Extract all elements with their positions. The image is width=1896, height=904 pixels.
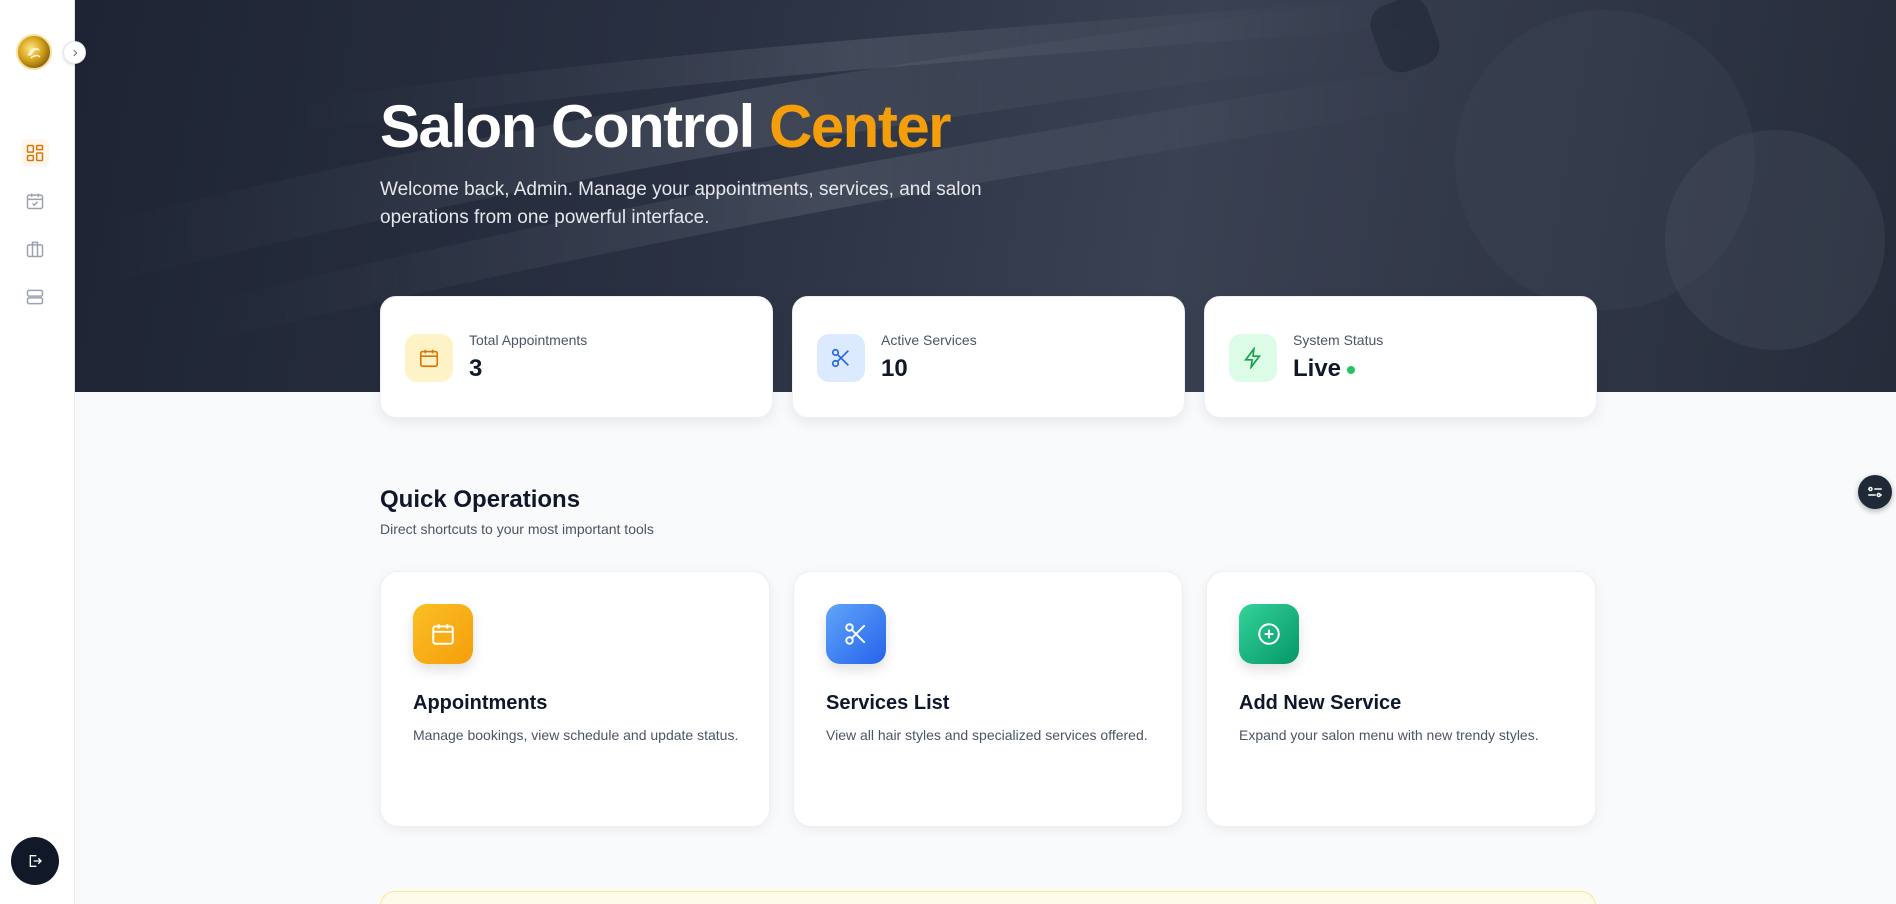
server-icon bbox=[26, 289, 44, 305]
scissors-icon bbox=[831, 348, 849, 368]
chevron-right-icon bbox=[72, 49, 77, 56]
live-indicator-dot bbox=[1347, 366, 1356, 374]
section-subtitle: Direct shortcuts to your most important … bbox=[380, 521, 654, 537]
quick-op-add-service[interactable]: Add New Service Expand your salon menu w… bbox=[1206, 571, 1596, 827]
stat-value: 10 bbox=[881, 355, 908, 382]
op-description: Expand your salon menu with new trendy s… bbox=[1239, 727, 1539, 743]
page-title: Salon Control Center bbox=[380, 92, 952, 161]
title-accent: Center bbox=[768, 93, 952, 160]
op-description: Manage bookings, view schedule and updat… bbox=[413, 727, 739, 743]
status-text: Live bbox=[1293, 355, 1342, 382]
bolt-icon bbox=[1244, 347, 1262, 369]
stat-card-system-status: System Status Live bbox=[1204, 296, 1597, 418]
calendar-icon bbox=[419, 349, 439, 368]
stat-value: 3 bbox=[469, 355, 483, 382]
op-title: Services List bbox=[826, 692, 950, 714]
op-icon-wrapper bbox=[413, 604, 473, 664]
dashboard-icon bbox=[26, 144, 44, 162]
stat-value: Live bbox=[1293, 355, 1356, 383]
plus-circle-icon bbox=[1258, 623, 1280, 645]
notice-banner bbox=[380, 891, 1596, 904]
op-title: Appointments bbox=[413, 692, 548, 714]
stat-icon-wrapper bbox=[817, 334, 865, 382]
logout-button[interactable] bbox=[11, 837, 59, 885]
sidebar-item-dashboard[interactable] bbox=[21, 139, 49, 167]
sidebar bbox=[0, 0, 75, 904]
op-icon-wrapper bbox=[826, 604, 886, 664]
stat-icon-wrapper bbox=[405, 334, 453, 382]
stat-label: System Status bbox=[1293, 332, 1384, 348]
stat-label: Active Services bbox=[881, 332, 977, 348]
page-subtitle: Welcome back, Admin. Manage your appoint… bbox=[380, 179, 982, 228]
calendar-icon bbox=[432, 624, 454, 645]
op-description: View all hair styles and specialized ser… bbox=[826, 727, 1148, 743]
calendar-check-icon bbox=[26, 193, 44, 210]
salon-logo[interactable] bbox=[16, 34, 52, 70]
op-title: Add New Service bbox=[1239, 692, 1402, 714]
sidebar-item-server[interactable] bbox=[21, 283, 49, 311]
stat-icon-wrapper bbox=[1229, 334, 1277, 382]
quick-op-services-list[interactable]: Services List View all hair styles and s… bbox=[793, 571, 1183, 827]
sidebar-item-appointments[interactable] bbox=[21, 187, 49, 215]
filter-settings-button[interactable] bbox=[1858, 475, 1892, 509]
briefcase-icon bbox=[26, 241, 44, 258]
sidebar-item-services[interactable] bbox=[21, 235, 49, 263]
sliders-icon bbox=[1868, 486, 1882, 498]
op-icon-wrapper bbox=[1239, 604, 1299, 664]
scissors-icon bbox=[845, 623, 866, 645]
stat-card-appointments: Total Appointments 3 bbox=[380, 296, 773, 418]
title-main: Salon Control bbox=[380, 93, 755, 160]
logout-icon bbox=[29, 855, 42, 867]
section-title: Quick Operations bbox=[380, 486, 581, 513]
stat-card-services: Active Services 10 bbox=[792, 296, 1185, 418]
logo-icon bbox=[28, 47, 41, 59]
stat-label: Total Appointments bbox=[469, 332, 588, 348]
sidebar-toggle-button[interactable] bbox=[63, 41, 86, 64]
quick-op-appointments[interactable]: Appointments Manage bookings, view sched… bbox=[380, 571, 770, 827]
